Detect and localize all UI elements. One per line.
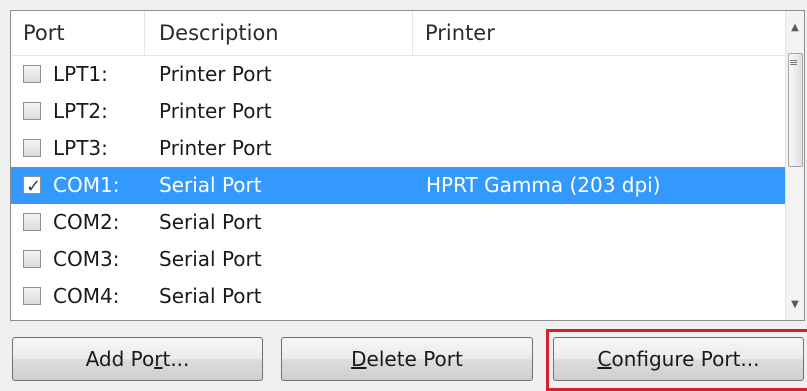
- list-header: Port Description Printer: [11, 11, 786, 56]
- port-name: LPT1:: [53, 62, 108, 86]
- scroll-down-icon[interactable]: ▼: [786, 294, 804, 316]
- port-printer: HPRT Gamma (203 dpi): [426, 173, 661, 197]
- port-description: Serial Port: [159, 247, 262, 271]
- add-port-button[interactable]: Add Port...: [12, 337, 263, 381]
- port-name: COM1:: [53, 173, 120, 197]
- ports-list[interactable]: Port Description Printer LPT1: Printer Po…: [10, 10, 805, 321]
- port-description: Serial Port: [159, 284, 262, 308]
- add-port-label-start: Add Po: [85, 347, 155, 371]
- scrollbar-thumb[interactable]: [788, 53, 803, 167]
- table-row[interactable]: LPT1: Printer Port: [11, 56, 786, 93]
- port-checkbox[interactable]: [23, 213, 41, 231]
- port-description: Printer Port: [159, 136, 272, 160]
- add-port-label-end: t...: [162, 347, 190, 371]
- vertical-scrollbar[interactable]: ▲ ≡ ▼: [785, 11, 804, 320]
- table-row[interactable]: LPT2: Printer Port: [11, 93, 786, 130]
- ports-rows: LPT1: Printer Port LPT2: Printer Port LPT3: P…: [11, 56, 786, 315]
- port-name: COM3:: [53, 247, 120, 271]
- configure-port-mnemonic: C: [597, 347, 612, 371]
- port-name: COM4:: [53, 284, 120, 308]
- port-checkbox[interactable]: [23, 65, 41, 83]
- scroll-up-icon[interactable]: ▲: [786, 17, 804, 39]
- scroll-grip-icon: ≡: [789, 56, 799, 69]
- delete-port-mnemonic: D: [351, 347, 367, 371]
- table-row[interactable]: COM4: Serial Port: [11, 278, 786, 315]
- port-checkbox[interactable]: [23, 250, 41, 268]
- column-header-printer[interactable]: Printer: [413, 11, 788, 55]
- port-checkbox[interactable]: [23, 102, 41, 120]
- checkmark-icon: ✓: [26, 176, 42, 197]
- configure-port-label-end: onfigure Port...: [611, 347, 760, 371]
- column-header-description[interactable]: Description: [145, 11, 413, 55]
- table-row[interactable]: COM3: Serial Port: [11, 241, 786, 278]
- port-name: LPT3:: [53, 136, 108, 160]
- table-row[interactable]: LPT3: Printer Port: [11, 130, 786, 167]
- port-description: Printer Port: [159, 62, 272, 86]
- table-row[interactable]: ✓ COM1: Serial Port HPRT Gamma (203 dpi): [11, 167, 786, 204]
- port-description: Serial Port: [159, 173, 262, 197]
- port-name: COM2:: [53, 210, 120, 234]
- port-description: Printer Port: [159, 99, 272, 123]
- delete-port-label-end: elete Port: [366, 347, 463, 371]
- column-header-port[interactable]: Port: [11, 11, 145, 55]
- configure-port-button[interactable]: Configure Port...: [553, 337, 804, 381]
- port-checkbox[interactable]: ✓: [23, 176, 41, 197]
- port-name: LPT2:: [53, 99, 108, 123]
- port-checkbox[interactable]: [23, 139, 41, 157]
- table-row[interactable]: COM2: Serial Port: [11, 204, 786, 241]
- port-checkbox[interactable]: [23, 287, 41, 305]
- port-description: Serial Port: [159, 210, 262, 234]
- delete-port-button[interactable]: Delete Port: [281, 337, 533, 381]
